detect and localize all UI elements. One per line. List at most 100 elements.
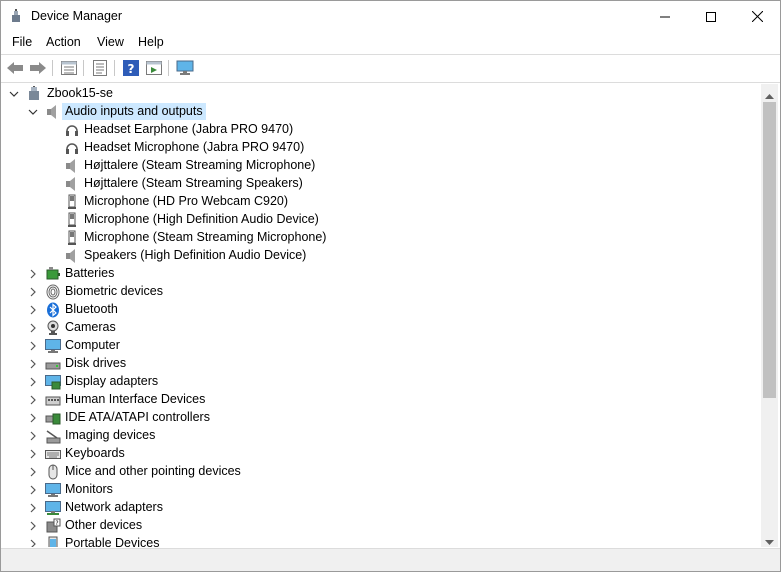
device-item[interactable]: Headset Microphone (Jabra PRO 9470) [1, 139, 761, 157]
chevron-right-icon[interactable] [28, 521, 38, 531]
chevron-right-icon[interactable] [28, 305, 38, 315]
device-item[interactable]: Microphone (HD Pro Webcam C920) [1, 193, 761, 211]
chevron-right-icon[interactable] [28, 431, 38, 441]
svg-text:?: ? [128, 62, 135, 76]
category-biometric[interactable]: Biometric devices [1, 283, 761, 301]
device-item[interactable]: Højttalere (Steam Streaming Speakers) [1, 175, 761, 193]
properties-icon[interactable] [90, 58, 110, 78]
menu-help[interactable]: Help [138, 35, 164, 49]
scanner-icon [45, 428, 61, 444]
category-ide-controllers[interactable]: IDE ATA/ATAPI controllers [1, 409, 761, 427]
chevron-right-icon[interactable] [28, 539, 38, 547]
back-icon[interactable] [5, 58, 25, 78]
device-item[interactable]: Speakers (High Definition Audio Device) [1, 247, 761, 265]
scrollbar-thumb[interactable] [763, 102, 776, 398]
category-mice[interactable]: Mice and other pointing devices [1, 463, 761, 481]
help-icon[interactable]: ? [121, 58, 141, 78]
maximize-button[interactable] [688, 1, 734, 32]
device-label: Højttalere (Steam Streaming Speakers) [84, 176, 303, 190]
category-label: Keyboards [65, 446, 125, 460]
category-label: Network adapters [65, 500, 163, 514]
monitor-icon [45, 482, 61, 498]
unknown-device-icon: ? [45, 518, 61, 534]
category-display-adapters[interactable]: Display adapters [1, 373, 761, 391]
category-imaging[interactable]: Imaging devices [1, 427, 761, 445]
device-item[interactable]: Microphone (Steam Streaming Microphone) [1, 229, 761, 247]
toolbar-separator [168, 60, 169, 76]
bluetooth-icon [45, 302, 61, 318]
category-batteries[interactable]: Batteries [1, 265, 761, 283]
toolbar-separator [114, 60, 115, 76]
microphone-icon [64, 212, 80, 228]
toolbar-separator [83, 60, 84, 76]
device-tree[interactable]: Zbook15-se Audio inputs and outputs Head… [1, 84, 761, 547]
keyboard-icon [45, 446, 61, 462]
hid-icon [45, 392, 61, 408]
toolbar: ? [1, 54, 780, 83]
computer-root-icon [26, 86, 42, 102]
forward-icon[interactable] [28, 58, 48, 78]
window-title: Device Manager [31, 9, 123, 23]
mouse-icon [45, 464, 61, 480]
category-label: Monitors [65, 482, 113, 496]
category-bluetooth[interactable]: Bluetooth [1, 301, 761, 319]
chevron-right-icon[interactable] [28, 413, 38, 423]
category-network-adapters[interactable]: Network adapters [1, 499, 761, 517]
microphone-icon [64, 230, 80, 246]
category-other-devices[interactable]: ? Other devices [1, 517, 761, 535]
device-item[interactable]: Højttalere (Steam Streaming Microphone) [1, 157, 761, 175]
scroll-down-icon[interactable] [765, 535, 774, 549]
category-label: Portable Devices [65, 536, 160, 547]
category-label: Mice and other pointing devices [65, 464, 241, 478]
scroll-up-icon[interactable] [765, 88, 774, 102]
monitor-icon[interactable] [175, 58, 195, 78]
speaker-icon [64, 158, 80, 174]
category-disk-drives[interactable]: Disk drives [1, 355, 761, 373]
device-item[interactable]: Headset Earphone (Jabra PRO 9470) [1, 121, 761, 139]
device-label: Microphone (High Definition Audio Device… [84, 212, 319, 226]
title-bar[interactable]: Device Manager [1, 1, 780, 32]
chevron-right-icon[interactable] [28, 503, 38, 513]
category-keyboards[interactable]: Keyboards [1, 445, 761, 463]
chevron-down-icon[interactable] [28, 107, 38, 117]
category-computer[interactable]: Computer [1, 337, 761, 355]
minimize-button[interactable] [642, 1, 688, 32]
chevron-right-icon[interactable] [28, 467, 38, 477]
category-portable-devices[interactable]: Portable Devices [1, 535, 761, 547]
category-label: Imaging devices [65, 428, 156, 442]
category-hid[interactable]: Human Interface Devices [1, 391, 761, 409]
svg-text:?: ? [55, 520, 58, 527]
computer-icon [45, 338, 61, 354]
disk-drive-icon [45, 356, 61, 372]
chevron-down-icon[interactable] [9, 89, 19, 99]
device-label: Microphone (HD Pro Webcam C920) [84, 194, 289, 208]
category-label: Other devices [65, 518, 143, 532]
chevron-right-icon[interactable] [28, 449, 38, 459]
menu-view[interactable]: View [97, 35, 124, 49]
device-manager-window: Device Manager File Action View Help ? Z… [0, 0, 781, 572]
chevron-right-icon[interactable] [28, 377, 38, 387]
chevron-right-icon[interactable] [28, 287, 38, 297]
tree-root[interactable]: Zbook15-se [1, 85, 761, 103]
category-audio-inputs-outputs[interactable]: Audio inputs and outputs [1, 103, 761, 121]
menu-action[interactable]: Action [46, 35, 81, 49]
chevron-right-icon[interactable] [28, 341, 38, 351]
chevron-right-icon[interactable] [28, 323, 38, 333]
close-button[interactable] [734, 1, 780, 32]
device-item[interactable]: Microphone (High Definition Audio Device… [1, 211, 761, 229]
chevron-right-icon[interactable] [28, 395, 38, 405]
speaker-icon [64, 176, 80, 192]
chevron-right-icon[interactable] [28, 485, 38, 495]
category-cameras[interactable]: Cameras [1, 319, 761, 337]
tree-root-label: Zbook15-se [47, 86, 114, 100]
category-label: Computer [65, 338, 120, 352]
chevron-right-icon[interactable] [28, 359, 38, 369]
vertical-scrollbar[interactable] [761, 84, 778, 547]
device-list-icon[interactable] [59, 58, 79, 78]
device-label: Microphone (Steam Streaming Microphone) [84, 230, 327, 244]
chevron-right-icon[interactable] [28, 269, 38, 279]
category-monitors[interactable]: Monitors [1, 481, 761, 499]
menu-file[interactable]: File [12, 35, 32, 49]
category-label: Bluetooth [65, 302, 118, 316]
run-icon[interactable] [144, 58, 164, 78]
